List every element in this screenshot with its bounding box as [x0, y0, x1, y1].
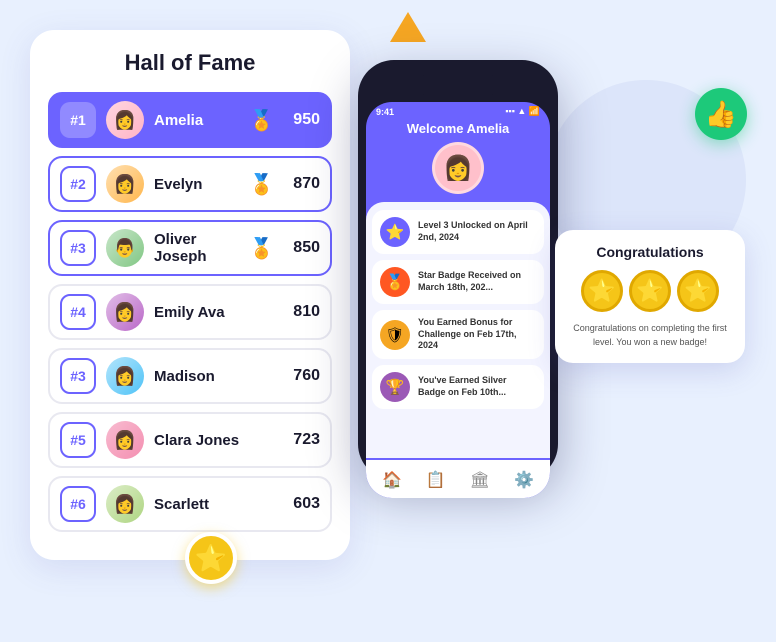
hof-score-1: 950 — [284, 111, 320, 129]
hof-name-5: Madison — [154, 368, 274, 385]
phone-notch — [418, 74, 498, 96]
hof-title: Hall of Fame — [48, 50, 332, 76]
star-3: ⭐ — [677, 270, 719, 312]
phone-nav-bar: 🏠 📋 🏛 ⚙️ — [366, 460, 550, 498]
rank-badge-1: #1 — [60, 102, 96, 138]
hof-score-4: 810 — [284, 303, 320, 321]
nav-list-icon[interactable]: 📋 — [426, 470, 446, 490]
rank-badge-4: #4 — [60, 294, 96, 330]
feed-item-2[interactable]: 🏅 Star Badge Received on March 18th, 202… — [372, 260, 544, 304]
congrats-description: Congratulations on completing the first … — [567, 322, 733, 349]
hof-score-3: 850 — [284, 239, 320, 257]
avatar-oliver: 👨 — [106, 229, 144, 267]
rank-badge-3: #3 — [60, 230, 96, 266]
rank-badge-7: #6 — [60, 486, 96, 522]
feed-item-1[interactable]: ⭐ Level 3 Unlocked on April 2nd, 2024 — [372, 210, 544, 254]
hof-row-2[interactable]: #2 👩 Evelyn 🏅 870 — [48, 156, 332, 212]
hof-row-7[interactable]: #6 👩 Scarlett 603 — [48, 476, 332, 532]
phone-signal: ▪▪▪ ▲ 📶 — [505, 106, 540, 117]
nav-home-icon[interactable]: 🏠 — [382, 470, 402, 490]
phone-feed: ⭐ Level 3 Unlocked on April 2nd, 2024 🏅 … — [366, 202, 550, 458]
feed-text-1: Level 3 Unlocked on April 2nd, 2024 — [418, 220, 536, 243]
rank-badge-2: #2 — [60, 166, 96, 202]
star-2: ⭐ — [629, 270, 671, 312]
hof-row-6[interactable]: #5 👩 Clara Jones 723 — [48, 412, 332, 468]
hof-name-4: Emily Ava — [154, 304, 274, 321]
congrats-title: Congratulations — [567, 244, 733, 260]
hof-row-4[interactable]: #4 👩 Emily Ava 810 — [48, 284, 332, 340]
congratulations-card: Congratulations ⭐ ⭐ ⭐ Congratulations on… — [555, 230, 745, 363]
phone-welcome: Welcome Amelia — [366, 119, 550, 142]
feed-text-4: You've Earned Silver Badge on Feb 10th..… — [418, 375, 536, 398]
hall-of-fame-card: Hall of Fame #1 👩 Amelia 🏅 950 #2 👩 Evel… — [30, 30, 350, 560]
phone-screen: 9:41 ▪▪▪ ▲ 📶 Welcome Amelia 👩 ⭐ Level 3 … — [366, 102, 550, 498]
medal-2: 🏅 — [249, 172, 274, 197]
hof-name-1: Amelia — [154, 112, 239, 129]
hof-name-6: Clara Jones — [154, 432, 274, 449]
background-triangle — [390, 12, 426, 42]
hof-name-2: Evelyn — [154, 176, 239, 193]
feed-icon-1: ⭐ — [380, 217, 410, 247]
hof-score-7: 603 — [284, 495, 320, 513]
medal-3: 🏅 — [249, 236, 274, 261]
feed-item-4[interactable]: 🏆 You've Earned Silver Badge on Feb 10th… — [372, 365, 544, 409]
phone-user-avatar: 👩 — [432, 142, 484, 194]
nav-leaderboard-icon[interactable]: 🏛 — [470, 470, 490, 490]
hof-score-2: 870 — [284, 175, 320, 193]
avatar-clara: 👩 — [106, 421, 144, 459]
avatar-scarlett: 👩 — [106, 485, 144, 523]
hof-score-6: 723 — [284, 431, 320, 449]
hof-row-3[interactable]: #3 👨 Oliver Joseph 🏅 850 — [48, 220, 332, 276]
star-badge: ⭐ — [185, 532, 237, 584]
phone-time: 9:41 — [376, 107, 394, 117]
avatar-emily: 👩 — [106, 293, 144, 331]
medal-1: 🏅 — [249, 108, 274, 133]
feed-icon-2: 🏅 — [380, 267, 410, 297]
feed-icon-3: 🛡 — [380, 320, 410, 350]
star-1: ⭐ — [581, 270, 623, 312]
avatar-madison: 👩 — [106, 357, 144, 395]
hof-name-7: Scarlett — [154, 496, 274, 513]
hof-row-1[interactable]: #1 👩 Amelia 🏅 950 — [48, 92, 332, 148]
rank-badge-6: #5 — [60, 422, 96, 458]
avatar-amelia: 👩 — [106, 101, 144, 139]
hof-name-3: Oliver Joseph — [154, 231, 239, 265]
hof-score-5: 760 — [284, 367, 320, 385]
feed-icon-4: 🏆 — [380, 372, 410, 402]
stars-row: ⭐ ⭐ ⭐ — [567, 270, 733, 312]
nav-settings-icon[interactable]: ⚙️ — [514, 470, 534, 490]
feed-item-3[interactable]: 🛡 You Earned Bonus for Challenge on Feb … — [372, 310, 544, 359]
feed-text-3: You Earned Bonus for Challenge on Feb 17… — [418, 317, 536, 352]
phone-status-bar: 9:41 ▪▪▪ ▲ 📶 — [366, 102, 550, 119]
avatar-evelyn: 👩 — [106, 165, 144, 203]
thumbs-up-icon[interactable]: 👍 — [695, 88, 747, 140]
phone-mockup: 9:41 ▪▪▪ ▲ 📶 Welcome Amelia 👩 ⭐ Level 3 … — [358, 60, 558, 480]
feed-text-2: Star Badge Received on March 18th, 202..… — [418, 270, 536, 293]
hof-row-5[interactable]: #3 👩 Madison 760 — [48, 348, 332, 404]
rank-badge-5: #3 — [60, 358, 96, 394]
